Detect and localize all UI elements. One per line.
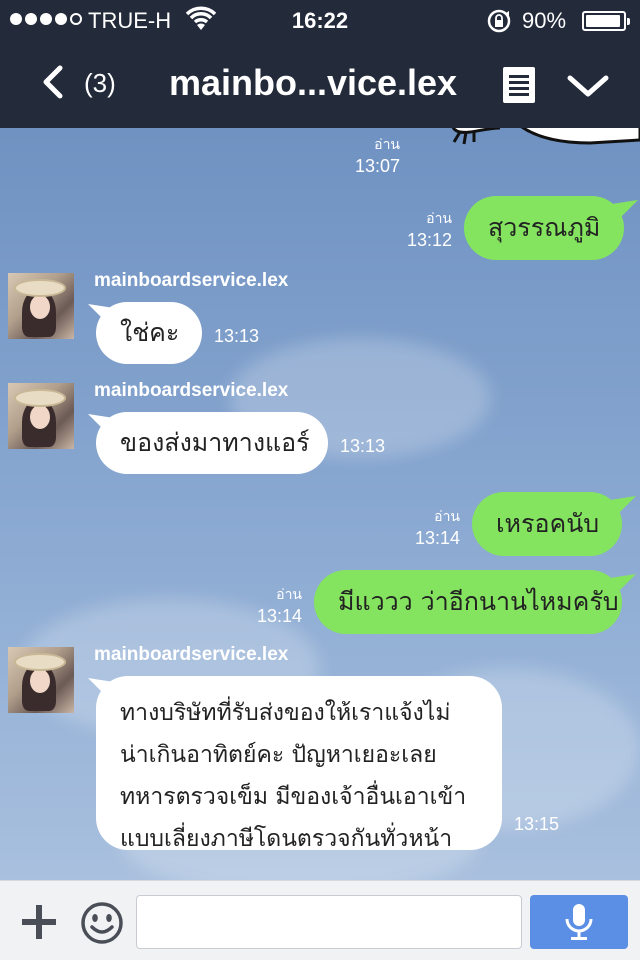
battery-percent: 90% — [522, 8, 567, 33]
bubble-tail — [610, 574, 636, 594]
status-bar: TRUE-H 16:22 90% — [0, 0, 640, 40]
microphone-icon — [565, 904, 593, 940]
incoming-message[interactable]: ทางบริษัทที่รับส่งของให้เราแจ้งไม่ น่าเก… — [96, 676, 502, 852]
message-meta: อ่าน 13:12 — [407, 208, 452, 251]
notes-icon[interactable] — [502, 66, 536, 104]
microphone-button[interactable] — [530, 895, 628, 949]
bubble-tail — [610, 496, 636, 516]
message-input[interactable] — [136, 895, 522, 949]
message-time: 13:14 — [414, 528, 460, 548]
chevron-down-icon[interactable] — [566, 70, 610, 100]
sender-name: mainboardservice.lex — [94, 270, 289, 291]
message-input-bar — [0, 880, 640, 960]
sender-name: mainboardservice.lex — [94, 644, 289, 665]
plus-icon[interactable] — [20, 903, 58, 941]
message-line: ทหารตรวจเข็ม มีของเจ้าอื่นเอาเข้า — [120, 784, 467, 810]
back-chevron-icon[interactable] — [34, 62, 74, 102]
bubble-tail — [612, 200, 638, 220]
battery-icon — [582, 11, 630, 31]
sender-name: mainboardservice.lex — [94, 380, 289, 401]
read-receipt: อ่าน — [276, 586, 302, 602]
message-time: 13:07 — [354, 156, 400, 176]
message-time: 13:15 — [514, 814, 560, 834]
avatar[interactable] — [8, 647, 74, 713]
chat-title: mainbo...vice.lex — [168, 62, 458, 103]
read-receipt: อ่าน — [434, 508, 460, 524]
message-line: แบบเลี่ยงภาษีโดนตรวจกันทั่วหน้า — [120, 826, 453, 852]
outgoing-message[interactable]: มีแววว ว่าอีกนานไหมครับ — [314, 570, 622, 634]
outgoing-message[interactable]: เหรอคนับ — [472, 492, 622, 556]
message-meta: อ่าน 13:07 — [355, 134, 400, 177]
unread-count[interactable]: (3) — [84, 68, 116, 99]
read-receipt: อ่าน — [426, 210, 452, 226]
message-meta: อ่าน 13:14 — [257, 584, 302, 627]
message-time: 13:13 — [214, 326, 260, 346]
incoming-message[interactable]: ของส่งมาทางแอร์ — [96, 412, 328, 474]
message-line: ทางบริษัทที่รับส่งของให้เราแจ้งไม่ — [120, 700, 451, 726]
message-line: น่าเกินอาทิตย์คะ ปัญหาเยอะเลย — [120, 742, 437, 768]
chat-area[interactable]: อ่าน 13:07 อ่าน 13:12 สุวรรณภูมิ mainboa… — [0, 128, 640, 880]
bubble-tail — [88, 304, 114, 324]
message-time: 13:13 — [340, 436, 386, 456]
rotation-lock-icon — [487, 9, 511, 33]
message-time: 13:12 — [406, 230, 452, 250]
read-receipt: อ่าน — [374, 136, 400, 152]
avatar[interactable] — [8, 273, 74, 339]
outgoing-message[interactable]: สุวรรณภูมิ — [464, 196, 624, 260]
smiley-icon[interactable] — [80, 901, 124, 945]
message-meta: อ่าน 13:14 — [415, 506, 460, 549]
message-time: 13:14 — [256, 606, 302, 626]
chat-header: (3) mainbo...vice.lex — [0, 40, 640, 128]
avatar[interactable] — [8, 383, 74, 449]
bubble-tail — [88, 414, 114, 434]
bubble-tail — [88, 678, 114, 698]
sticker-image[interactable] — [440, 128, 640, 183]
